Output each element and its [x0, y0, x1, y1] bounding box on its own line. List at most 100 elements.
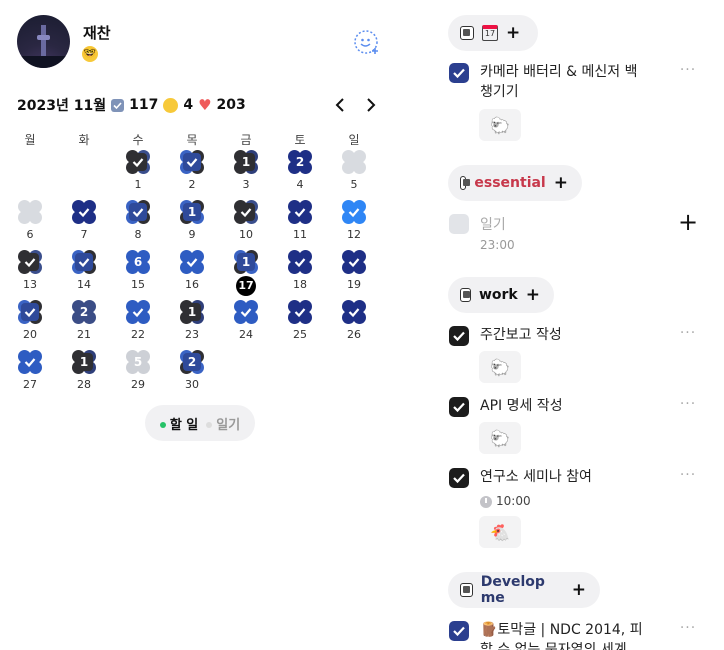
calendar-day[interactable]: 10 [221, 198, 271, 248]
more-icon[interactable]: ··· [678, 325, 698, 341]
day-number: 11 [293, 228, 307, 241]
day-number: 3 [242, 178, 250, 191]
day-status-icon [126, 200, 150, 224]
calendar-day[interactable]: 11 [275, 198, 325, 248]
todo-checkbox[interactable] [449, 326, 469, 346]
plus-icon[interactable]: + [526, 286, 540, 304]
person-add-icon[interactable] [353, 29, 381, 57]
toggle-diary[interactable]: 일기 [206, 414, 240, 433]
todo-checkbox[interactable] [449, 63, 469, 83]
calendar-day[interactable]: 2 [167, 148, 217, 198]
day-number: 15 [131, 278, 145, 291]
plus-icon[interactable]: + [572, 581, 586, 599]
profile-name: 재찬 [83, 24, 111, 42]
group-chip-essential[interactable]: essential + [448, 165, 582, 201]
day-status-icon [342, 150, 366, 174]
sticker[interactable]: 🐑 [479, 351, 521, 383]
calendar-day[interactable]: 24 [221, 298, 271, 348]
calendar-day[interactable]: 14 [59, 248, 109, 298]
day-number: 24 [239, 328, 253, 341]
day-status-icon: 2 [180, 350, 204, 374]
day-status-icon: 1 [180, 200, 204, 224]
calendar-day[interactable]: 13 [221, 148, 271, 198]
more-icon[interactable]: ··· [678, 62, 698, 78]
more-icon[interactable]: ··· [678, 620, 698, 636]
day-status-icon [126, 150, 150, 174]
sticker[interactable]: 🐔 [479, 516, 521, 548]
day-number: 29 [131, 378, 145, 391]
day-number: 1 [134, 178, 142, 191]
day-status-icon [288, 250, 312, 274]
day-count-badge: 1 [241, 155, 251, 169]
todo-checkbox[interactable] [449, 397, 469, 417]
calendar-day[interactable]: 18 [275, 248, 325, 298]
calendar-day[interactable]: 6 15 [113, 248, 163, 298]
todo-text[interactable]: 카메라 배터리 & 메신저 백 챙기기 [480, 62, 638, 102]
calendar-day[interactable]: 2 30 [167, 348, 217, 398]
todo-text[interactable]: 🪵토막글 | NDC 2014, 피할 수 없는 문자열의 세계 [480, 620, 643, 650]
calendar-day[interactable]: 19 [329, 248, 379, 298]
day-status-icon: 2 [72, 300, 96, 324]
todo-text[interactable]: 주간보고 작성 [480, 325, 562, 345]
clock-icon [480, 495, 492, 508]
plus-icon[interactable]: + [506, 24, 520, 42]
calendar-day[interactable]: 6 [5, 198, 55, 248]
calendar-day[interactable]: 5 [329, 148, 379, 198]
box-icon [460, 176, 471, 190]
day-number: 8 [134, 228, 142, 241]
sticker[interactable]: 🐑 [479, 109, 521, 141]
todo-text[interactable]: 연구소 세미나 참여 [480, 467, 592, 487]
calendar-day[interactable]: 20 [5, 298, 55, 348]
plus-icon[interactable]: + [678, 210, 698, 234]
calendar-day[interactable]: 5 29 [113, 348, 163, 398]
calendar-day[interactable]: 1 28 [59, 348, 109, 398]
routine-time: 23:00 [480, 238, 515, 252]
day-number: 27 [23, 378, 37, 391]
today-date: 17 [236, 276, 256, 296]
calendar-day[interactable]: 16 [167, 248, 217, 298]
calendar-day[interactable]: 1 [113, 148, 163, 198]
calendar-day[interactable]: 8 [113, 198, 163, 248]
calendar-day[interactable]: 25 [275, 298, 325, 348]
group-chip-develop[interactable]: Develop me + [448, 572, 600, 608]
group-chip-calendar[interactable]: 17 + [448, 15, 538, 51]
weekday-label: 토 [294, 133, 306, 147]
todo-checkbox[interactable] [449, 621, 469, 641]
plus-icon[interactable]: + [554, 174, 568, 192]
day-number: 9 [188, 228, 196, 241]
calendar-day[interactable]: 26 [329, 298, 379, 348]
more-icon[interactable]: ··· [678, 396, 698, 412]
sticker[interactable]: 🐑 [479, 422, 521, 454]
box-icon [460, 288, 471, 302]
avatar[interactable] [17, 15, 70, 68]
day-count-badge: 2 [187, 355, 197, 369]
calendar-day[interactable]: 1 17 [221, 248, 271, 298]
day-status-icon [18, 300, 42, 324]
more-icon[interactable]: ··· [678, 467, 698, 483]
calendar-day[interactable]: 1 23 [167, 298, 217, 348]
calendar-day[interactable]: 12 [329, 198, 379, 248]
todo-checkbox[interactable] [449, 468, 469, 488]
day-number: 10 [239, 228, 253, 241]
calendar-day[interactable]: 13 [5, 248, 55, 298]
calendar-day[interactable]: 7 [59, 198, 109, 248]
day-count-badge: 1 [187, 305, 197, 319]
todo-text[interactable]: API 명세 작성 [480, 396, 563, 416]
day-number: 28 [77, 378, 91, 391]
calendar-day[interactable]: 24 [275, 148, 325, 198]
chevron-right-icon[interactable] [362, 96, 380, 114]
toggle-todo[interactable]: 할 일 [159, 414, 198, 433]
calendar-day[interactable]: 19 [167, 198, 217, 248]
day-number: 12 [347, 228, 361, 241]
routine-text[interactable]: 일기 [480, 215, 506, 235]
chevron-left-icon[interactable] [331, 96, 349, 114]
status-emoji[interactable]: 🤓 [82, 46, 98, 62]
routine-checkbox[interactable] [449, 214, 469, 234]
day-number: 4 [296, 178, 304, 191]
group-chip-work[interactable]: work + [448, 277, 554, 313]
calendar-day[interactable]: 2 21 [59, 298, 109, 348]
calendar-day[interactable]: 22 [113, 298, 163, 348]
view-toggle[interactable]: 할 일 일기 [145, 405, 255, 441]
calendar-day[interactable]: 27 [5, 348, 55, 398]
weekday-label: 수 [132, 133, 144, 147]
